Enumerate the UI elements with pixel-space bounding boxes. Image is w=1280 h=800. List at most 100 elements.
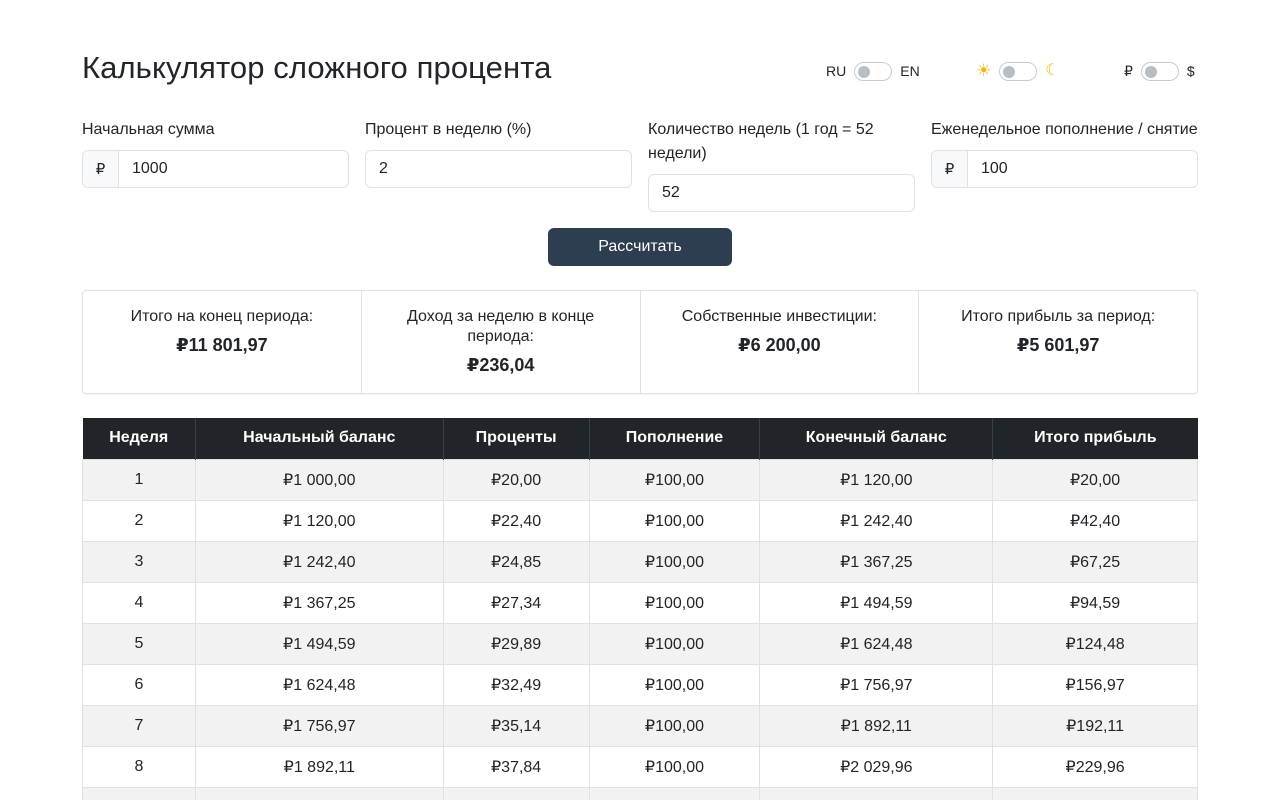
cell-end-balance: ₽1 367,25: [759, 540, 994, 583]
sun-icon: ☀: [976, 61, 992, 80]
currency-rub-label: ₽: [1124, 63, 1133, 79]
cell-deposit: ₽100,00: [588, 704, 761, 747]
cell-deposit: ₽100,00: [588, 499, 761, 542]
table-header-row: Неделя Начальный баланс Проценты Пополне…: [82, 418, 1198, 459]
weekly-percent-label: Процент в неделю (%): [365, 121, 532, 138]
header-end-balance: Конечный баланс: [759, 418, 994, 459]
cell-start-balance: ₽1 000,00: [194, 458, 444, 501]
initial-amount-label: Начальная сумма: [82, 121, 215, 138]
cell-week: 7: [82, 704, 196, 747]
summary-value: ₽5 601,97: [1016, 335, 1100, 355]
moon-icon: ☾: [1045, 62, 1060, 79]
summary-card-own-investments: Собственные инвестиции: ₽6 200,00: [641, 291, 920, 393]
cell-total-profit: ₽192,11: [992, 704, 1198, 747]
cell-start-balance: ₽1 892,11: [194, 745, 444, 788]
table-row: 4 ₽1 367,25 ₽27,34 ₽100,00 ₽1 494,59 ₽94,59: [82, 581, 1198, 624]
cell-start-balance: ₽1 756,97: [194, 704, 444, 747]
weekly-deposit-input[interactable]: 100: [968, 151, 1197, 187]
lang-ru-label: RU: [826, 63, 847, 79]
header-start-balance: Начальный баланс: [195, 418, 444, 459]
cell-total-profit: ₽156,97: [992, 663, 1198, 706]
weekly-percent-input-group: 2: [365, 150, 632, 188]
weekly-percent-input[interactable]: 2: [366, 151, 631, 187]
cell-interest: ₽24,85: [442, 540, 590, 583]
cell-week: 8: [82, 745, 196, 788]
cell-end-balance: ₽2 029,96: [759, 745, 994, 788]
summary-panel: Итого на конец периода: ₽11 801,97 Доход…: [82, 290, 1198, 394]
summary-value: ₽236,04: [466, 355, 535, 375]
cell-interest: [442, 786, 590, 800]
initial-amount-input[interactable]: 1000: [119, 151, 348, 187]
theme-toggle-group: ☀ ☾: [976, 60, 1060, 82]
cell-start-balance: ₽1 242,40: [194, 540, 444, 583]
cell-total-profit: ₽67,25: [992, 540, 1198, 583]
header-week: Неделя: [82, 418, 196, 459]
header-interest: Проценты: [443, 418, 590, 459]
summary-value: ₽6 200,00: [738, 335, 821, 355]
cell-interest: ₽35,14: [442, 704, 590, 747]
cell-start-balance: [194, 786, 444, 800]
summary-card-weekly-income: Доход за неделю в конце периода: ₽236,04: [362, 291, 641, 393]
language-switch-knob: [858, 65, 871, 78]
calculate-button[interactable]: Рассчитать: [548, 228, 732, 266]
results-table: Неделя Начальный баланс Проценты Пополне…: [82, 418, 1198, 800]
theme-switch-knob: [1003, 65, 1016, 78]
cell-week: 4: [82, 581, 196, 624]
table-row: [82, 786, 1198, 800]
header-total-profit: Итого прибыль: [992, 418, 1198, 459]
cell-interest: ₽20,00: [442, 458, 590, 501]
initial-amount-field: Начальная сумма ₽ 1000: [82, 118, 349, 188]
cell-interest: ₽29,89: [442, 622, 590, 665]
table-row: 5 ₽1 494,59 ₽29,89 ₽100,00 ₽1 624,48 ₽124,48: [82, 622, 1198, 665]
cell-deposit: [588, 786, 761, 800]
cell-total-profit: [992, 786, 1198, 800]
summary-card-total-profit: Итого прибыль за период: ₽5 601,97: [919, 291, 1197, 393]
weeks-count-input-group: 52: [648, 174, 915, 212]
currency-toggle-group: ₽ $: [1124, 60, 1195, 82]
weekly-deposit-input-group: ₽ 100: [931, 150, 1198, 188]
currency-switch-knob: [1144, 65, 1157, 78]
cell-end-balance: [759, 786, 994, 800]
currency-switch[interactable]: [1140, 61, 1179, 81]
summary-label: Итого на конец периода:: [130, 308, 314, 325]
theme-switch[interactable]: [999, 61, 1038, 81]
table-row: 1 ₽1 000,00 ₽20,00 ₽100,00 ₽1 120,00 ₽20,00: [82, 458, 1198, 501]
cell-total-profit: ₽20,00: [992, 458, 1198, 501]
cell-end-balance: ₽1 624,48: [759, 622, 994, 665]
language-switch[interactable]: [854, 61, 893, 81]
cell-week: 2: [82, 499, 196, 542]
summary-label: Итого прибыль за период:: [961, 308, 1156, 325]
lang-en-label: EN: [900, 63, 920, 79]
cell-deposit: ₽100,00: [588, 622, 761, 665]
cell-total-profit: ₽229,96: [992, 745, 1198, 788]
weeks-count-field: Количество недель (1 год = 52 недели) 52: [648, 118, 915, 212]
cell-deposit: ₽100,00: [588, 745, 761, 788]
cell-end-balance: ₽1 242,40: [759, 499, 994, 542]
cell-interest: ₽22,40: [442, 499, 590, 542]
cell-end-balance: ₽1 756,97: [759, 663, 994, 706]
cell-week: 6: [82, 663, 196, 706]
cell-end-balance: ₽1 494,59: [759, 581, 994, 624]
weekly-deposit-field: Еженедельное пополнение / снятие ₽ 100: [931, 118, 1198, 188]
weeks-count-input[interactable]: 52: [649, 175, 914, 211]
summary-label: Собственные инвестиции:: [681, 308, 877, 325]
cell-start-balance: ₽1 494,59: [194, 622, 444, 665]
language-toggle-group: RU EN: [826, 60, 920, 82]
summary-label: Доход за неделю в конце периода:: [407, 308, 595, 345]
cell-end-balance: ₽1 120,00: [759, 458, 994, 501]
cell-start-balance: ₽1 367,25: [194, 581, 444, 624]
cell-end-balance: ₽1 892,11: [759, 704, 994, 747]
currency-usd-label: $: [1186, 63, 1195, 79]
cell-interest: ₽32,49: [442, 663, 590, 706]
cell-week: 5: [82, 622, 196, 665]
cell-week: 1: [82, 458, 196, 501]
table-row: 8 ₽1 892,11 ₽37,84 ₽100,00 ₽2 029,96 ₽229,96: [82, 745, 1198, 788]
cell-total-profit: ₽42,40: [992, 499, 1198, 542]
ruble-prefix: ₽: [932, 151, 968, 187]
cell-deposit: ₽100,00: [588, 540, 761, 583]
cell-interest: ₽37,84: [442, 745, 590, 788]
ruble-prefix: ₽: [83, 151, 119, 187]
summary-value: ₽11 801,97: [176, 335, 268, 355]
cell-week: 3: [82, 540, 196, 583]
cell-interest: ₽27,34: [442, 581, 590, 624]
